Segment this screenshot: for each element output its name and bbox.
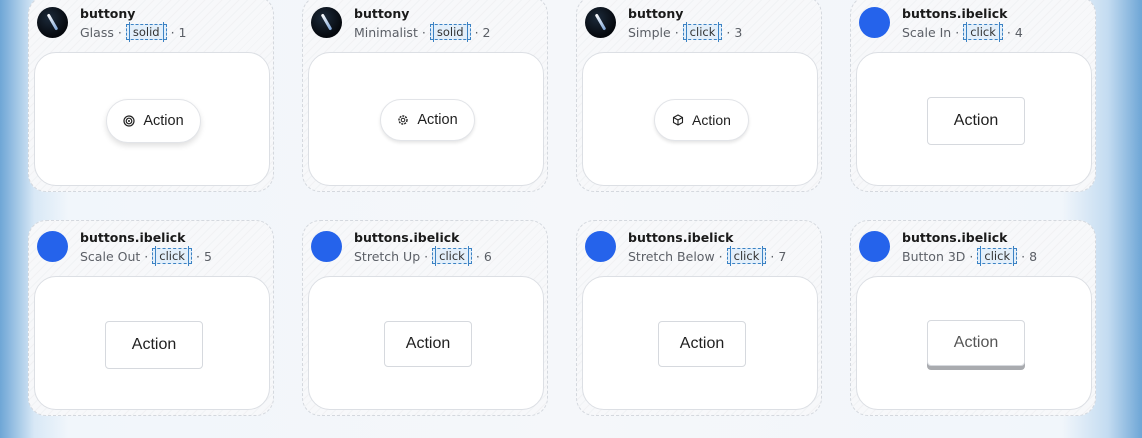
action-button-label: Action xyxy=(417,112,458,128)
button-card-7: buttons.ibelick Stretch Below · click · 7 Ac… xyxy=(576,220,822,416)
target-icon xyxy=(123,115,135,127)
author-name[interactable]: buttons.ibelick xyxy=(80,230,185,245)
cube-icon xyxy=(672,114,684,126)
tag-badge: click xyxy=(977,246,1018,266)
author-avatar xyxy=(37,7,68,38)
action-button[interactable]: Action xyxy=(654,99,749,141)
button-preview: Action xyxy=(308,52,544,186)
card-meta: Scale In · click · 4 xyxy=(902,22,1023,42)
author-name[interactable]: buttons.ibelick xyxy=(354,230,459,245)
style-name: Scale In xyxy=(902,24,952,40)
action-button[interactable]: Action xyxy=(380,99,475,141)
card-index: 6 xyxy=(483,248,492,264)
tag-badge: solid xyxy=(125,22,167,42)
author-name[interactable]: buttony xyxy=(354,6,409,21)
card-index: 3 xyxy=(734,24,743,40)
action-button[interactable]: Action xyxy=(927,97,1025,145)
action-button-label: Action xyxy=(692,112,731,128)
style-name: Stretch Below xyxy=(628,248,715,264)
author-avatar xyxy=(859,231,890,262)
card-index: 8 xyxy=(1029,248,1038,264)
action-button[interactable]: Action xyxy=(106,99,201,143)
gear-icon xyxy=(397,114,409,126)
author-avatar xyxy=(311,231,342,262)
action-button[interactable]: Action xyxy=(384,321,472,367)
tag-badge: click xyxy=(682,22,723,42)
button-preview: Action xyxy=(34,276,270,410)
tag-badge: click xyxy=(963,22,1003,42)
tag-badge: click xyxy=(726,246,767,266)
button-card-3: buttony Simple · click · 3 Action xyxy=(576,0,822,192)
button-card-8: buttons.ibelick Button 3D · click · 8 Action xyxy=(850,220,1096,416)
button-card-4: buttons.ibelick Scale In · click · 4 Action xyxy=(850,0,1096,192)
tag-badge: click xyxy=(152,246,192,266)
author-name[interactable]: buttons.ibelick xyxy=(902,230,1007,245)
action-button-label: Action xyxy=(679,335,725,352)
card-meta: Button 3D · click · 8 xyxy=(902,246,1038,266)
author-name[interactable]: buttons.ibelick xyxy=(902,6,1007,21)
style-name: Stretch Up xyxy=(354,248,421,264)
button-card-1: buttony Glass · solid · 1 Action xyxy=(28,0,274,192)
card-index: 7 xyxy=(778,248,787,264)
button-preview: Action xyxy=(856,52,1092,186)
style-name: Button 3D xyxy=(902,248,966,264)
action-button[interactable]: Action xyxy=(658,321,746,367)
button-preview: Action xyxy=(582,52,818,186)
button-card-6: buttons.ibelick Stretch Up · click · 6 Actio… xyxy=(302,220,548,416)
button-card-2: buttony Minimalist · solid · 2 Action xyxy=(302,0,548,192)
card-meta: Scale Out · click · 5 xyxy=(80,246,212,266)
card-meta: Stretch Below · click · 7 xyxy=(628,246,787,266)
card-meta: Minimalist · solid · 2 xyxy=(354,22,491,42)
style-name: Minimalist xyxy=(354,24,418,40)
card-index: 4 xyxy=(1014,24,1023,40)
author-name[interactable]: buttony xyxy=(80,6,135,21)
action-button-label: Action xyxy=(953,334,999,351)
button-preview: Action xyxy=(856,276,1092,410)
button-preview: Action xyxy=(34,52,270,186)
card-index: 2 xyxy=(482,24,491,40)
author-avatar xyxy=(585,7,616,38)
author-avatar xyxy=(585,231,616,262)
button-card-5: buttons.ibelick Scale Out · click · 5 Action xyxy=(28,220,274,416)
author-avatar xyxy=(859,7,890,38)
style-name: Scale Out xyxy=(80,248,141,264)
author-avatar xyxy=(37,231,68,262)
card-meta: Glass · solid · 1 xyxy=(80,22,187,42)
author-name[interactable]: buttons.ibelick xyxy=(628,230,733,245)
tag-badge: solid xyxy=(429,22,471,42)
action-button-label: Action xyxy=(143,113,184,129)
button-preview: Action xyxy=(308,276,544,410)
action-button[interactable]: Action xyxy=(927,320,1025,366)
card-meta: Stretch Up · click · 6 xyxy=(354,246,492,266)
tag-badge: click xyxy=(432,246,472,266)
action-button[interactable]: Action xyxy=(105,321,203,369)
card-meta: Simple · click · 3 xyxy=(628,22,743,42)
card-index: 5 xyxy=(203,248,212,264)
card-index: 1 xyxy=(178,24,187,40)
style-name: Simple xyxy=(628,24,671,40)
action-button-label: Action xyxy=(953,112,999,129)
author-avatar xyxy=(311,7,342,38)
button-preview: Action xyxy=(582,276,818,410)
action-button-label: Action xyxy=(131,336,177,353)
action-button-label: Action xyxy=(405,335,451,352)
style-name: Glass xyxy=(80,24,114,40)
author-name[interactable]: buttony xyxy=(628,6,683,21)
